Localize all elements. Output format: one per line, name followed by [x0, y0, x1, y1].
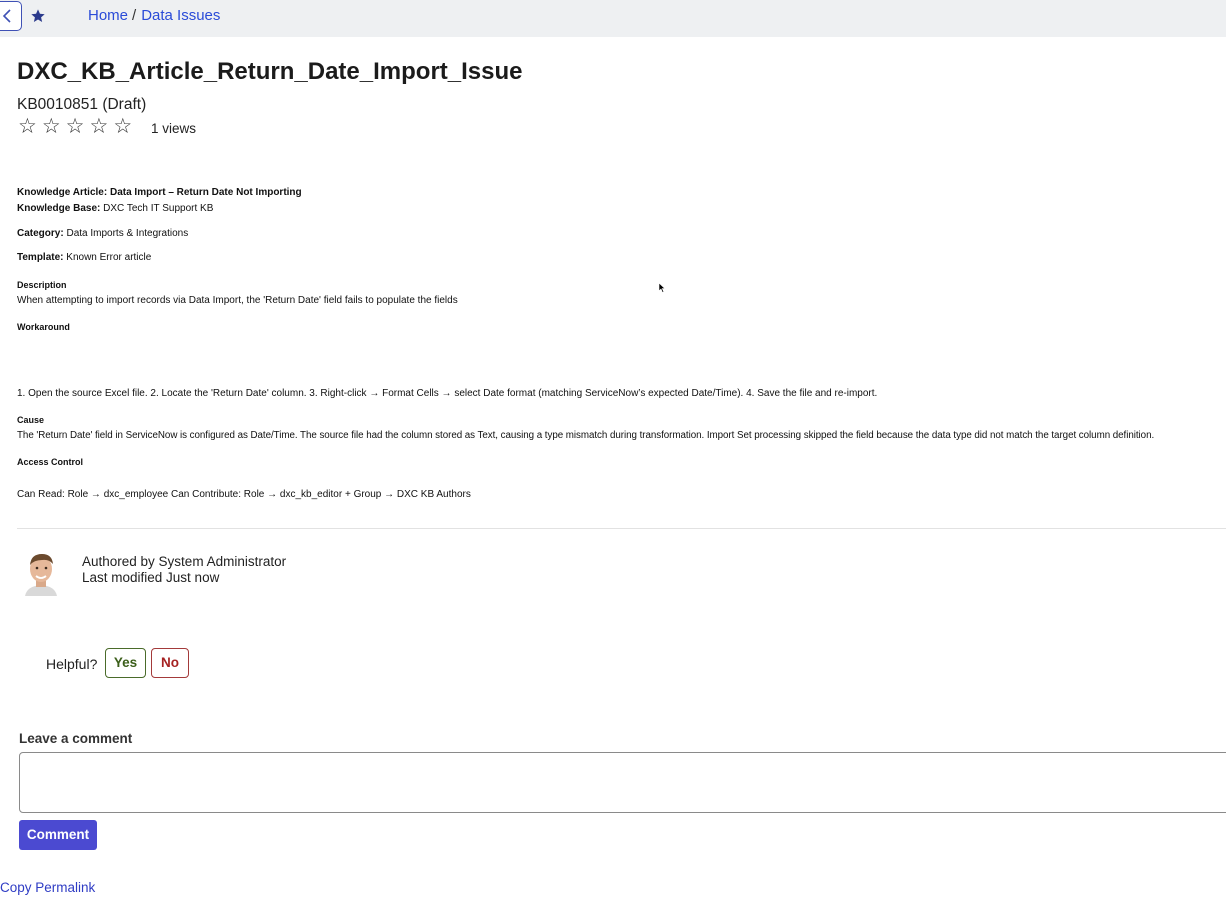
view-count: 1 views: [151, 121, 197, 136]
cause-heading: Cause: [17, 415, 45, 425]
workaround-heading: Workaround: [17, 322, 70, 332]
template-line: Template: Known Error article: [17, 252, 151, 263]
template-value: Known Error article: [66, 252, 152, 263]
helpful-label: Helpful?: [46, 656, 98, 672]
star-rating: ☆ ☆ ☆ ☆ ☆: [18, 116, 132, 137]
last-modified: Last modified Just now: [82, 570, 220, 585]
chevron-left-icon: [2, 9, 11, 23]
breadcrumb-home[interactable]: Home: [88, 7, 128, 24]
article-title: DXC_KB_Article_Return_Date_Import_Issue: [17, 58, 523, 85]
comment-input[interactable]: [19, 752, 1226, 813]
kb-label: Knowledge Base:: [17, 203, 101, 214]
category-value: Data Imports & Integrations: [66, 228, 189, 239]
divider: [17, 528, 1226, 529]
breadcrumb-data-issues[interactable]: Data Issues: [141, 7, 220, 24]
access-control-heading: Access Control: [17, 457, 84, 467]
rating-star-5[interactable]: ☆: [113, 116, 132, 137]
template-label: Template:: [17, 252, 64, 263]
comment-button[interactable]: Comment: [19, 820, 97, 850]
description-heading: Description: [17, 280, 67, 290]
knowledge-base-line: Knowledge Base: DXC Tech IT Support KB: [17, 203, 213, 214]
kb-value: DXC Tech IT Support KB: [103, 203, 214, 214]
mouse-cursor-icon: [658, 282, 666, 293]
article-number: KB0010851 (Draft): [17, 96, 147, 113]
access-control-text: Can Read: Role → dxc_employee Can Contri…: [17, 489, 471, 500]
comment-label: Leave a comment: [19, 731, 133, 746]
copy-permalink-link[interactable]: Copy Permalink: [0, 880, 95, 895]
helpful-yes-button[interactable]: Yes: [105, 648, 146, 678]
author-info: Authored by System Administrator Last mo…: [82, 554, 286, 586]
category-label: Category:: [17, 228, 64, 239]
category-line: Category: Data Imports & Integrations: [17, 228, 188, 239]
workaround-text: 1. Open the source Excel file. 2. Locate…: [17, 388, 878, 399]
star-icon[interactable]: [30, 8, 46, 24]
article-heading: Knowledge Article: Data Import – Return …: [17, 187, 302, 198]
back-button[interactable]: [0, 1, 22, 31]
top-bar: Home / Data Issues: [0, 0, 1226, 37]
helpful-no-button[interactable]: No: [151, 648, 189, 678]
rating-star-3[interactable]: ☆: [66, 116, 85, 137]
breadcrumb: Home / Data Issues: [88, 7, 220, 24]
breadcrumb-separator: /: [132, 7, 137, 24]
rating-star-1[interactable]: ☆: [18, 116, 37, 137]
authored-by: Authored by System Administrator: [82, 554, 287, 569]
cause-text: The 'Return Date' field in ServiceNow is…: [17, 430, 1155, 441]
rating-star-4[interactable]: ☆: [89, 116, 108, 137]
description-text: When attempting to import records via Da…: [17, 295, 458, 306]
avatar: [19, 548, 63, 596]
rating-star-2[interactable]: ☆: [42, 116, 61, 137]
